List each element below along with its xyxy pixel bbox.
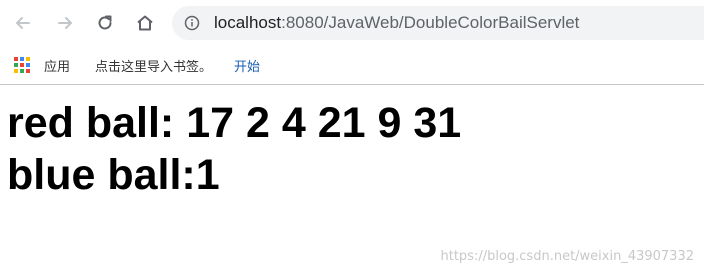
address-url[interactable]: localhost:8080/JavaWeb/DoubleColorBailSe…	[214, 13, 579, 33]
page-content: red ball: 17 2 4 21 9 31 blue ball:1 htt…	[0, 85, 704, 273]
reload-icon	[98, 15, 112, 30]
url-host: localhost	[214, 13, 282, 32]
address-bar[interactable]: localhost:8080/JavaWeb/DoubleColorBailSe…	[172, 6, 704, 40]
forward-button[interactable]	[52, 10, 78, 36]
info-icon[interactable]	[184, 15, 200, 31]
forward-arrow-icon	[58, 17, 72, 29]
apps-label[interactable]: 应用	[44, 56, 70, 75]
import-bookmarks-hint: 点击这里导入书签。	[95, 60, 213, 75]
reload-button[interactable]	[92, 10, 118, 36]
home-icon	[137, 15, 153, 31]
red-ball-line: red ball: 17 2 4 21 9 31	[7, 99, 462, 147]
back-button[interactable]	[10, 10, 36, 36]
apps-grid-icon[interactable]	[14, 57, 30, 73]
start-link[interactable]: 开始	[234, 56, 260, 75]
home-button[interactable]	[132, 10, 158, 36]
browser-toolbar: localhost:8080/JavaWeb/DoubleColorBailSe…	[0, 0, 704, 46]
url-path: :8080/JavaWeb/DoubleColorBailServlet	[281, 13, 580, 32]
bookmarks-bar: 应用 点击这里导入书签。 开始	[0, 46, 704, 85]
blue-ball-line: blue ball:1	[7, 151, 220, 199]
back-arrow-icon	[16, 17, 30, 29]
watermark-text: https://blog.csdn.net/weixin_43907332	[440, 249, 694, 264]
